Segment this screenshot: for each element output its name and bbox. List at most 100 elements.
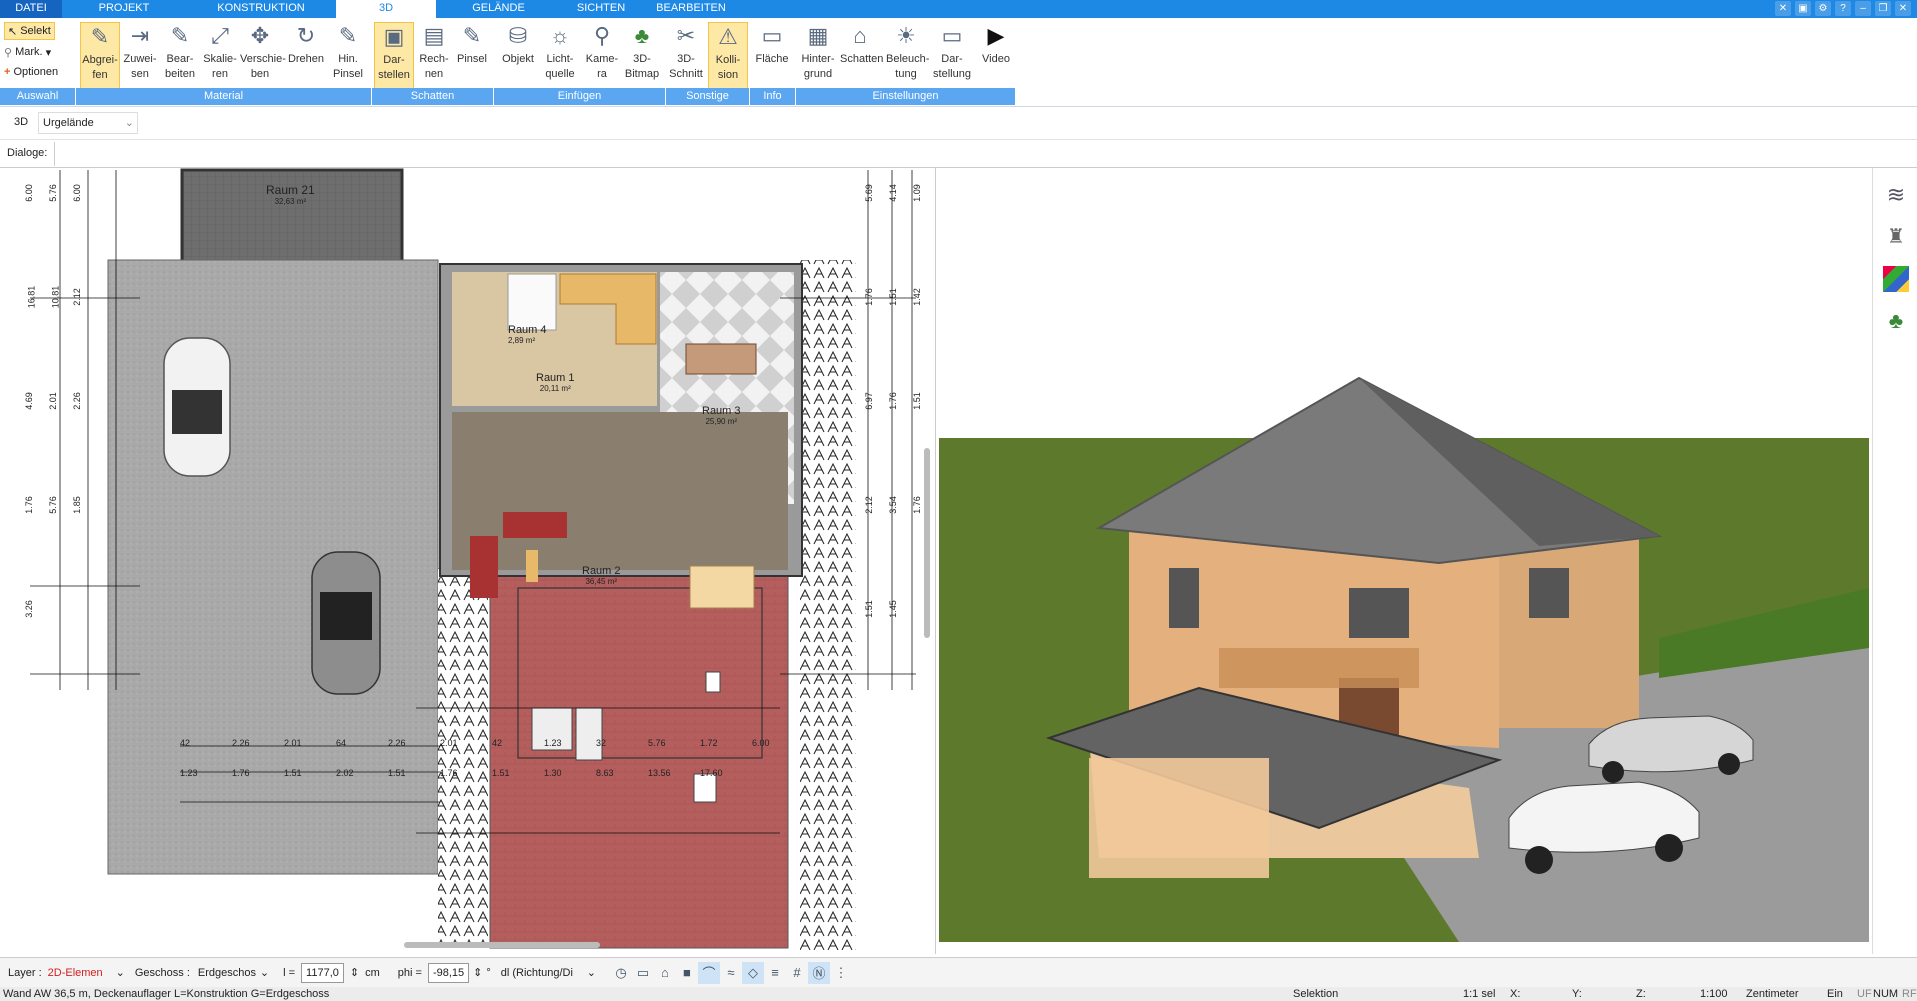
clock-icon[interactable]: ◷ <box>610 962 632 984</box>
bearbeiten-button[interactable]: ✎ Bear-beiten <box>160 22 200 90</box>
plane-snap-icon[interactable]: ◇ <box>741 961 764 984</box>
layers-icon[interactable]: ≋ <box>1883 182 1909 208</box>
hintergrund-button[interactable]: ▦ Hinter-grund <box>798 22 838 90</box>
dimension-label: 1.76 <box>911 496 922 514</box>
stamp-icon[interactable]: ⌂ <box>654 962 676 984</box>
spinner-icon[interactable]: ⇕ <box>350 966 359 979</box>
pinsel-label: Pinsel <box>457 53 487 65</box>
property-bar: Layer : 2D-Elemen ⌄ Geschoss : Erdgescho… <box>0 957 1917 987</box>
chevron-down-icon: ⌄ <box>124 117 134 129</box>
monitor-icon[interactable]: ▭ <box>632 962 654 984</box>
phi-unit: ° <box>486 966 491 979</box>
chevron-down-icon: ⌄ <box>586 967 596 979</box>
tab-datei[interactable]: DATEI <box>0 0 62 18</box>
direction-select[interactable]: dl (Richtung/Di <box>501 967 587 979</box>
schatten-button[interactable]: ⌂ Schatten <box>840 22 883 90</box>
dimension-label: 1.76 <box>440 768 458 778</box>
beleuchtung-button[interactable]: ☀ Beleuch-tung <box>886 22 929 90</box>
darstellung-label: Dar- <box>941 53 963 65</box>
floor-plan-2d[interactable]: Raum 21 32,63 m² Raum 4 2,89 m² Raum 1 20,1… <box>0 168 936 954</box>
status-y: Y: <box>1572 988 1582 1000</box>
zuweisen-icon: ⇥ <box>130 23 150 48</box>
layer-select[interactable]: 2D-Elemen <box>48 967 116 979</box>
phi-input[interactable]: -98,15 <box>427 962 470 983</box>
tab-gelaende[interactable]: GELÄNDE <box>436 0 561 18</box>
view-3d[interactable] <box>939 168 1869 954</box>
skalieren-button[interactable]: ⤢ Skalie-ren <box>200 22 240 90</box>
paint-icon[interactable]: ■ <box>676 962 698 984</box>
length-input[interactable]: 1177,0 <box>301 962 344 983</box>
bearbeiten-label-2: beiten <box>165 68 195 80</box>
settings-icon[interactable]: ⚙ <box>1815 1 1831 16</box>
geschoss-select[interactable]: Erdgeschos <box>198 967 260 979</box>
snap-icon[interactable]: ⌒ <box>697 961 720 984</box>
zuweisen-button[interactable]: ⇥ Zuwei-sen <box>120 22 160 90</box>
window-icon[interactable]: ▣ <box>1795 1 1811 16</box>
beleuchtung-icon: ☀ <box>896 23 916 48</box>
abgreifen-button[interactable]: ✎ Abgrei-fen <box>80 22 120 90</box>
layers-snap-icon[interactable]: ≡ <box>764 962 786 984</box>
skalieren-icon: ⤢ <box>211 23 229 48</box>
tab-3d[interactable]: 3D <box>336 0 436 18</box>
3d-bitmap-button[interactable]: ♣ 3D- Bitmap <box>622 22 662 90</box>
phi-label: phi = <box>397 966 422 979</box>
tools-icon[interactable]: ✕ <box>1775 1 1791 16</box>
rechnen-button[interactable]: ▤ Rech-nen <box>414 22 454 90</box>
plan-vscrollbar[interactable] <box>924 448 930 638</box>
bearbeiten-label: Bear- <box>166 53 194 65</box>
mark-button[interactable]: ⚲ Mark. ▾ <box>4 43 51 61</box>
close-icon[interactable]: ✕ <box>1895 1 1911 16</box>
chair-icon[interactable]: ♜ <box>1883 224 1909 250</box>
pinsel-button[interactable]: ✎ Pinsel <box>452 22 492 90</box>
video-button[interactable]: ▶ Video <box>976 22 1016 90</box>
car-1-top <box>163 337 231 477</box>
selekt-button[interactable]: ↖ Selekt <box>4 22 55 40</box>
objekt-button[interactable]: ⛁ Objekt <box>498 22 538 90</box>
plus-icon: + <box>4 66 11 78</box>
grid-icon[interactable]: # <box>786 962 808 984</box>
tab-sichten[interactable]: SICHTEN <box>561 0 641 18</box>
video-label: Video <box>982 53 1010 65</box>
north-icon[interactable]: Ⓝ <box>807 961 830 984</box>
restore-icon[interactable]: ❐ <box>1875 1 1891 16</box>
dimension-label: 1.45 <box>887 600 898 618</box>
terrain-select[interactable]: Urgelände ⌄ <box>38 112 138 134</box>
wall-snap-icon[interactable]: ≈ <box>720 962 742 984</box>
darstellen-label: Dar- <box>383 54 405 66</box>
verschieben-button[interactable]: ✥ Verschie-ben <box>240 22 286 90</box>
tab-bearbeiten[interactable]: BEARBEITEN <box>641 0 741 18</box>
minimize-icon[interactable]: – <box>1855 1 1871 16</box>
tree-icon[interactable]: ♣ <box>1883 308 1909 334</box>
3d-schnitt-button[interactable]: ✂ 3D- Schnitt <box>666 22 706 90</box>
dimension-label: 3.26 <box>23 600 34 618</box>
help-icon[interactable]: ? <box>1835 1 1851 16</box>
darstellen-button[interactable]: ▣ Dar-stellen <box>374 22 414 90</box>
dimension-label: 64 <box>336 738 347 748</box>
dimension-label: 1.51 <box>887 288 898 306</box>
dimension-label: 13.56 <box>648 768 671 778</box>
flaeche-button[interactable]: ▭ Fläche <box>752 22 792 90</box>
materials-icon[interactable] <box>1883 266 1909 292</box>
status-num: NUM <box>1873 988 1899 1000</box>
kollision-label: Kolli- <box>715 54 741 66</box>
drehen-button[interactable]: ↻ Drehen <box>286 22 326 90</box>
optionen-button[interactable]: + Optionen <box>4 63 58 81</box>
tab-konstruktion[interactable]: KONSTRUKTION <box>186 0 336 18</box>
hin-pinsel-button[interactable]: ✎ Hin. Pinsel <box>328 22 368 90</box>
video-icon: ▶ <box>987 23 1005 48</box>
abgreifen-icon: ✎ <box>90 24 110 49</box>
3d-schnitt-icon: ✂ <box>676 23 696 48</box>
dimension-label: 1.76 <box>232 768 250 778</box>
darstellung-button[interactable]: ▭ Dar-stellung <box>932 22 972 90</box>
lichtquelle-button[interactable]: ☼ Licht-quelle <box>540 22 580 90</box>
chair <box>705 671 721 693</box>
plan-hscrollbar[interactable] <box>404 942 600 948</box>
kamera-button[interactable]: ⚲ Kame-ra <box>582 22 622 90</box>
kollision-button[interactable]: ⚠ Kolli-sion <box>708 22 748 90</box>
spinner-icon[interactable]: ⇕ <box>473 966 482 979</box>
dimension-label: 17.60 <box>700 768 723 778</box>
objekt-label: Objekt <box>502 53 534 65</box>
tab-projekt[interactable]: PROJEKT <box>62 0 186 18</box>
ribbon: ↖ Selekt ⚲ Mark. ▾ + Optionen ✎ Abgrei-fen ⇥ Zu… <box>0 18 1917 107</box>
more-icon[interactable]: ⋮ <box>830 962 852 984</box>
